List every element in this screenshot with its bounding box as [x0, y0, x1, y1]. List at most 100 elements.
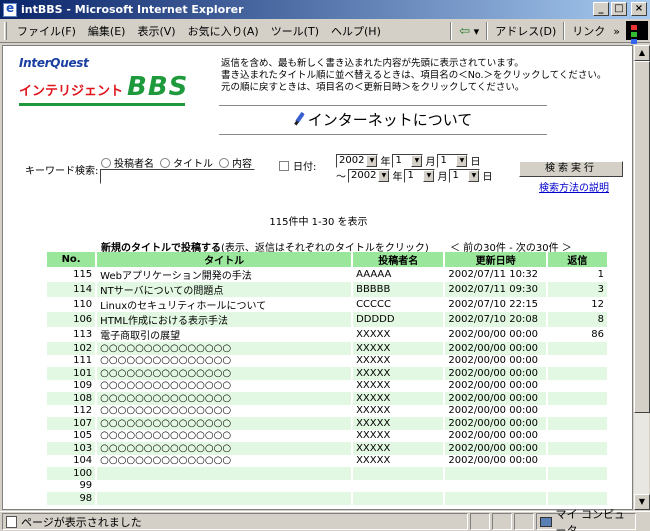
from-month-select[interactable]: 1 ▼: [392, 153, 424, 168]
to-year-value: 2002: [351, 170, 377, 181]
radio-button[interactable]: [219, 158, 229, 168]
logo-underline: [19, 103, 185, 106]
table-row: 111 ○○○○○○○○○○○○○○○ XXXXX 2002/00/00 00:00: [47, 354, 609, 367]
table-body: 115 Webアプリケーション開発の手法 AAAAA 2002/07/11 10:32…: [47, 267, 609, 505]
row-replies: [547, 342, 609, 355]
row-title-link[interactable]: HTML作成における表示手法: [97, 312, 354, 327]
status-cell: [470, 513, 490, 530]
close-button[interactable]: ×: [631, 2, 647, 16]
row-replies: [548, 379, 609, 392]
menu-view[interactable]: 表示(V): [131, 23, 181, 39]
links-chevron-icon[interactable]: »: [609, 21, 624, 41]
scroll-up-button[interactable]: ▲: [634, 45, 650, 61]
intro-line: 元の順に戻すときは、項目名の＜更新日時＞をクリックしてください。: [221, 82, 525, 93]
address-label[interactable]: アドレス(D): [491, 21, 560, 41]
to-year-select[interactable]: 2002 ▼: [348, 168, 391, 183]
table-row: 115 Webアプリケーション開発の手法 AAAAA 2002/07/11 10:32…: [47, 267, 609, 282]
status-cell: [492, 513, 512, 530]
row-title-link[interactable]: ○○○○○○○○○○○○○○○: [97, 429, 354, 442]
from-day-select[interactable]: 1 ▼: [437, 153, 469, 168]
minimize-button[interactable]: _: [593, 2, 609, 16]
row-poster: XXXXX: [353, 367, 446, 380]
scroll-thumb[interactable]: [634, 61, 650, 413]
row-no: 108: [47, 392, 98, 405]
row-title-link[interactable]: ○○○○○○○○○○○○○○○: [97, 404, 354, 417]
row-title-link[interactable]: Webアプリケーション開発の手法: [97, 267, 354, 282]
menu-edit[interactable]: 編集(E): [82, 23, 132, 39]
row-title-link[interactable]: Linuxのセキュリティホールについて: [97, 297, 354, 312]
row-title-link[interactable]: ○○○○○○○○○○○○○○○: [97, 454, 354, 467]
row-no: 114: [47, 282, 98, 297]
table-header-row: No. タイトル 投稿者名 更新日時 返信: [47, 252, 609, 267]
to-day-select[interactable]: 1 ▼: [449, 168, 481, 183]
radio-button[interactable]: [160, 158, 170, 168]
ie-icon: [3, 1, 17, 17]
row-title-link[interactable]: ○○○○○○○○○○○○○○○: [97, 442, 354, 455]
row-title-link[interactable]: ○○○○○○○○○○○○○○○: [97, 379, 354, 392]
intro-line: 書き込まれたタイトル順に並べ替えるときは、項目名の＜No.＞をクリックしてくださ…: [221, 70, 607, 81]
toolbar-separator: [563, 22, 566, 40]
dropdown-arrow-icon: ▼: [366, 154, 378, 167]
row-poster: XXXXX: [353, 429, 446, 442]
row-no: 109: [47, 379, 98, 392]
toolbar-right: ⇦ ▾ アドレス(D) リンク »: [447, 21, 624, 41]
radio-poster[interactable]: 投稿者名: [101, 155, 154, 170]
table-row: 113 電子商取引の展望 XXXXX 2002/00/00 00:00 86: [47, 327, 609, 342]
row-updated: [445, 492, 548, 505]
to-month-value: 1: [407, 170, 414, 181]
search-button[interactable]: 検索実行: [519, 161, 623, 177]
day-unit: 日: [482, 172, 493, 183]
logo-company: InterQuest: [19, 56, 89, 70]
search-help-link[interactable]: 検索方法の説明: [539, 179, 609, 194]
day-unit: 日: [470, 157, 481, 168]
row-no: 104: [47, 454, 98, 467]
row-title-link[interactable]: ○○○○○○○○○○○○○○○: [97, 354, 354, 367]
radio-button[interactable]: [101, 158, 111, 168]
row-title-link[interactable]: ○○○○○○○○○○○○○○○: [97, 392, 354, 405]
vertical-scrollbar[interactable]: ▲ ▼: [633, 45, 650, 510]
radio-title[interactable]: タイトル: [160, 155, 213, 170]
menu-favorites[interactable]: お気に入り(A): [182, 23, 265, 39]
row-replies: 1: [548, 267, 609, 282]
row-no: 107: [47, 417, 98, 430]
checkbox[interactable]: [279, 160, 289, 171]
header-updated[interactable]: 更新日時: [445, 252, 548, 267]
row-title-link: [97, 492, 354, 505]
maximize-button[interactable]: □: [611, 2, 627, 16]
row-updated: 2002/07/11 10:32: [445, 267, 548, 282]
table-row: 101 ○○○○○○○○○○○○○○○ XXXXX 2002/00/00 00:00: [47, 367, 609, 380]
thread-table: No. タイトル 投稿者名 更新日時 返信 115 Webアプリケーション開発の手…: [47, 252, 609, 505]
row-updated: 2002/00/00 00:00: [445, 392, 548, 405]
date-filter-checkbox[interactable]: 日付:: [279, 158, 316, 173]
header-poster: 投稿者名: [353, 252, 446, 267]
toolbar-separator: [486, 22, 489, 40]
menu-help[interactable]: ヘルプ(H): [325, 23, 387, 39]
links-label[interactable]: リンク: [568, 21, 609, 41]
keyword-input[interactable]: [100, 169, 255, 184]
to-month-select[interactable]: 1 ▼: [404, 168, 436, 183]
row-title-link[interactable]: ○○○○○○○○○○○○○○○: [97, 342, 354, 355]
back-button[interactable]: ⇦ ▾: [455, 21, 483, 41]
row-replies: [548, 479, 609, 492]
header-title: タイトル: [97, 252, 354, 267]
row-no: 99: [47, 479, 98, 492]
title-rule-top: [219, 105, 547, 106]
header-no[interactable]: No.: [47, 252, 98, 267]
row-replies: [548, 454, 609, 467]
row-title-link[interactable]: ○○○○○○○○○○○○○○○: [97, 367, 354, 380]
page-title-text: インターネットについて: [307, 111, 473, 129]
from-day-value: 1: [440, 155, 447, 166]
row-poster: XXXXX: [353, 454, 446, 467]
row-updated: 2002/00/00 00:00: [445, 354, 548, 367]
menu-file[interactable]: ファイル(F): [11, 23, 82, 39]
row-updated: 2002/00/00 00:00: [445, 367, 548, 380]
menu-tools[interactable]: ツール(T): [265, 23, 325, 39]
row-title-link[interactable]: 電子商取引の展望: [97, 327, 354, 342]
radio-content[interactable]: 内容: [219, 155, 252, 170]
from-year-select[interactable]: 2002 ▼: [336, 153, 379, 168]
row-title-link[interactable]: NTサーバについての問題点: [97, 282, 354, 297]
window-title: intBBS - Microsoft Internet Explorer: [21, 3, 244, 16]
search-target-radios: 投稿者名 タイトル 内容: [101, 155, 252, 170]
row-title-link[interactable]: ○○○○○○○○○○○○○○○: [97, 417, 354, 430]
scroll-down-button[interactable]: ▼: [634, 494, 650, 510]
